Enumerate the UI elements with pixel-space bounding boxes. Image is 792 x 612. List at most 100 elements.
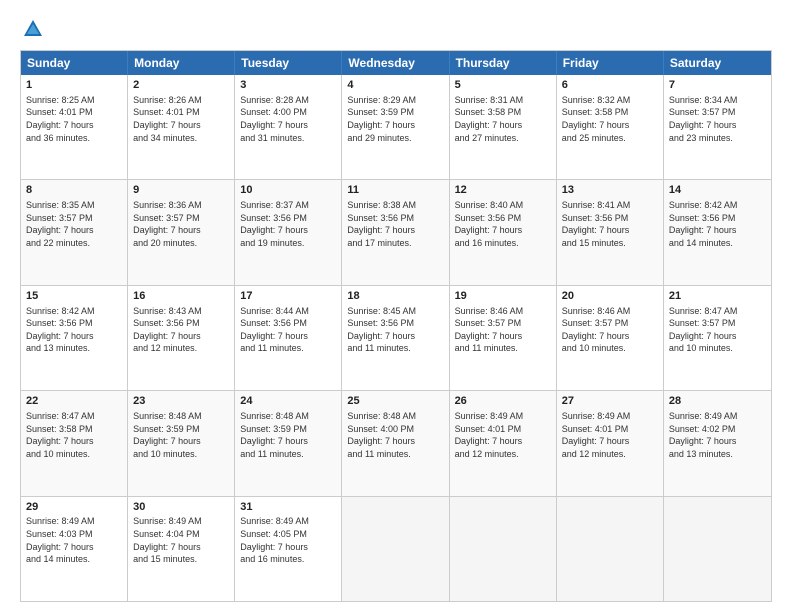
day-info: Sunrise: 8:36 AM Sunset: 3:57 PM Dayligh… — [133, 199, 229, 249]
day-info: Sunrise: 8:45 AM Sunset: 3:56 PM Dayligh… — [347, 305, 443, 355]
header-day-wednesday: Wednesday — [342, 51, 449, 75]
day-info: Sunrise: 8:42 AM Sunset: 3:56 PM Dayligh… — [669, 199, 766, 249]
day-info: Sunrise: 8:48 AM Sunset: 3:59 PM Dayligh… — [133, 410, 229, 460]
day-cell-7: 7Sunrise: 8:34 AM Sunset: 3:57 PM Daylig… — [664, 75, 771, 179]
day-number: 27 — [562, 394, 658, 409]
day-info: Sunrise: 8:28 AM Sunset: 4:00 PM Dayligh… — [240, 94, 336, 144]
header-day-thursday: Thursday — [450, 51, 557, 75]
day-cell-17: 17Sunrise: 8:44 AM Sunset: 3:56 PM Dayli… — [235, 286, 342, 390]
day-info: Sunrise: 8:37 AM Sunset: 3:56 PM Dayligh… — [240, 199, 336, 249]
day-number: 16 — [133, 289, 229, 304]
day-cell-22: 22Sunrise: 8:47 AM Sunset: 3:58 PM Dayli… — [21, 391, 128, 495]
header — [20, 18, 772, 40]
empty-cell — [342, 497, 449, 601]
day-info: Sunrise: 8:46 AM Sunset: 3:57 PM Dayligh… — [455, 305, 551, 355]
calendar-row-1: 1Sunrise: 8:25 AM Sunset: 4:01 PM Daylig… — [21, 75, 771, 179]
day-info: Sunrise: 8:47 AM Sunset: 3:57 PM Dayligh… — [669, 305, 766, 355]
day-cell-15: 15Sunrise: 8:42 AM Sunset: 3:56 PM Dayli… — [21, 286, 128, 390]
day-number: 29 — [26, 500, 122, 515]
day-cell-23: 23Sunrise: 8:48 AM Sunset: 3:59 PM Dayli… — [128, 391, 235, 495]
day-number: 14 — [669, 183, 766, 198]
day-number: 26 — [455, 394, 551, 409]
day-cell-8: 8Sunrise: 8:35 AM Sunset: 3:57 PM Daylig… — [21, 180, 128, 284]
day-info: Sunrise: 8:43 AM Sunset: 3:56 PM Dayligh… — [133, 305, 229, 355]
day-info: Sunrise: 8:46 AM Sunset: 3:57 PM Dayligh… — [562, 305, 658, 355]
day-number: 7 — [669, 78, 766, 93]
calendar-body: 1Sunrise: 8:25 AM Sunset: 4:01 PM Daylig… — [21, 75, 771, 601]
day-cell-28: 28Sunrise: 8:49 AM Sunset: 4:02 PM Dayli… — [664, 391, 771, 495]
day-number: 22 — [26, 394, 122, 409]
day-cell-19: 19Sunrise: 8:46 AM Sunset: 3:57 PM Dayli… — [450, 286, 557, 390]
day-cell-2: 2Sunrise: 8:26 AM Sunset: 4:01 PM Daylig… — [128, 75, 235, 179]
day-number: 17 — [240, 289, 336, 304]
logo-icon — [22, 18, 44, 40]
day-cell-9: 9Sunrise: 8:36 AM Sunset: 3:57 PM Daylig… — [128, 180, 235, 284]
day-cell-3: 3Sunrise: 8:28 AM Sunset: 4:00 PM Daylig… — [235, 75, 342, 179]
day-number: 20 — [562, 289, 658, 304]
day-info: Sunrise: 8:41 AM Sunset: 3:56 PM Dayligh… — [562, 199, 658, 249]
day-cell-31: 31Sunrise: 8:49 AM Sunset: 4:05 PM Dayli… — [235, 497, 342, 601]
day-info: Sunrise: 8:48 AM Sunset: 3:59 PM Dayligh… — [240, 410, 336, 460]
day-cell-27: 27Sunrise: 8:49 AM Sunset: 4:01 PM Dayli… — [557, 391, 664, 495]
day-cell-26: 26Sunrise: 8:49 AM Sunset: 4:01 PM Dayli… — [450, 391, 557, 495]
calendar-row-2: 8Sunrise: 8:35 AM Sunset: 3:57 PM Daylig… — [21, 179, 771, 284]
day-cell-1: 1Sunrise: 8:25 AM Sunset: 4:01 PM Daylig… — [21, 75, 128, 179]
logo — [20, 18, 44, 40]
day-info: Sunrise: 8:34 AM Sunset: 3:57 PM Dayligh… — [669, 94, 766, 144]
day-info: Sunrise: 8:47 AM Sunset: 3:58 PM Dayligh… — [26, 410, 122, 460]
day-number: 4 — [347, 78, 443, 93]
header-day-saturday: Saturday — [664, 51, 771, 75]
header-day-tuesday: Tuesday — [235, 51, 342, 75]
day-number: 31 — [240, 500, 336, 515]
calendar: SundayMondayTuesdayWednesdayThursdayFrid… — [20, 50, 772, 602]
calendar-header: SundayMondayTuesdayWednesdayThursdayFrid… — [21, 51, 771, 75]
day-cell-18: 18Sunrise: 8:45 AM Sunset: 3:56 PM Dayli… — [342, 286, 449, 390]
day-number: 11 — [347, 183, 443, 198]
empty-cell — [557, 497, 664, 601]
day-number: 10 — [240, 183, 336, 198]
day-number: 5 — [455, 78, 551, 93]
day-info: Sunrise: 8:49 AM Sunset: 4:01 PM Dayligh… — [562, 410, 658, 460]
day-number: 28 — [669, 394, 766, 409]
day-info: Sunrise: 8:49 AM Sunset: 4:02 PM Dayligh… — [669, 410, 766, 460]
day-info: Sunrise: 8:32 AM Sunset: 3:58 PM Dayligh… — [562, 94, 658, 144]
day-info: Sunrise: 8:25 AM Sunset: 4:01 PM Dayligh… — [26, 94, 122, 144]
day-number: 1 — [26, 78, 122, 93]
day-cell-16: 16Sunrise: 8:43 AM Sunset: 3:56 PM Dayli… — [128, 286, 235, 390]
day-cell-25: 25Sunrise: 8:48 AM Sunset: 4:00 PM Dayli… — [342, 391, 449, 495]
day-number: 30 — [133, 500, 229, 515]
day-cell-13: 13Sunrise: 8:41 AM Sunset: 3:56 PM Dayli… — [557, 180, 664, 284]
header-day-monday: Monday — [128, 51, 235, 75]
day-number: 6 — [562, 78, 658, 93]
day-cell-12: 12Sunrise: 8:40 AM Sunset: 3:56 PM Dayli… — [450, 180, 557, 284]
day-number: 9 — [133, 183, 229, 198]
calendar-row-5: 29Sunrise: 8:49 AM Sunset: 4:03 PM Dayli… — [21, 496, 771, 601]
day-cell-24: 24Sunrise: 8:48 AM Sunset: 3:59 PM Dayli… — [235, 391, 342, 495]
day-number: 18 — [347, 289, 443, 304]
day-info: Sunrise: 8:26 AM Sunset: 4:01 PM Dayligh… — [133, 94, 229, 144]
day-cell-30: 30Sunrise: 8:49 AM Sunset: 4:04 PM Dayli… — [128, 497, 235, 601]
day-info: Sunrise: 8:35 AM Sunset: 3:57 PM Dayligh… — [26, 199, 122, 249]
day-cell-11: 11Sunrise: 8:38 AM Sunset: 3:56 PM Dayli… — [342, 180, 449, 284]
day-cell-20: 20Sunrise: 8:46 AM Sunset: 3:57 PM Dayli… — [557, 286, 664, 390]
day-number: 12 — [455, 183, 551, 198]
page: SundayMondayTuesdayWednesdayThursdayFrid… — [0, 0, 792, 612]
calendar-row-4: 22Sunrise: 8:47 AM Sunset: 3:58 PM Dayli… — [21, 390, 771, 495]
day-info: Sunrise: 8:40 AM Sunset: 3:56 PM Dayligh… — [455, 199, 551, 249]
day-number: 25 — [347, 394, 443, 409]
day-number: 23 — [133, 394, 229, 409]
day-number: 15 — [26, 289, 122, 304]
day-cell-5: 5Sunrise: 8:31 AM Sunset: 3:58 PM Daylig… — [450, 75, 557, 179]
day-cell-21: 21Sunrise: 8:47 AM Sunset: 3:57 PM Dayli… — [664, 286, 771, 390]
empty-cell — [450, 497, 557, 601]
day-number: 3 — [240, 78, 336, 93]
day-info: Sunrise: 8:49 AM Sunset: 4:04 PM Dayligh… — [133, 515, 229, 565]
day-info: Sunrise: 8:38 AM Sunset: 3:56 PM Dayligh… — [347, 199, 443, 249]
header-day-sunday: Sunday — [21, 51, 128, 75]
day-number: 2 — [133, 78, 229, 93]
day-info: Sunrise: 8:48 AM Sunset: 4:00 PM Dayligh… — [347, 410, 443, 460]
day-cell-4: 4Sunrise: 8:29 AM Sunset: 3:59 PM Daylig… — [342, 75, 449, 179]
day-cell-10: 10Sunrise: 8:37 AM Sunset: 3:56 PM Dayli… — [235, 180, 342, 284]
day-number: 21 — [669, 289, 766, 304]
day-number: 13 — [562, 183, 658, 198]
